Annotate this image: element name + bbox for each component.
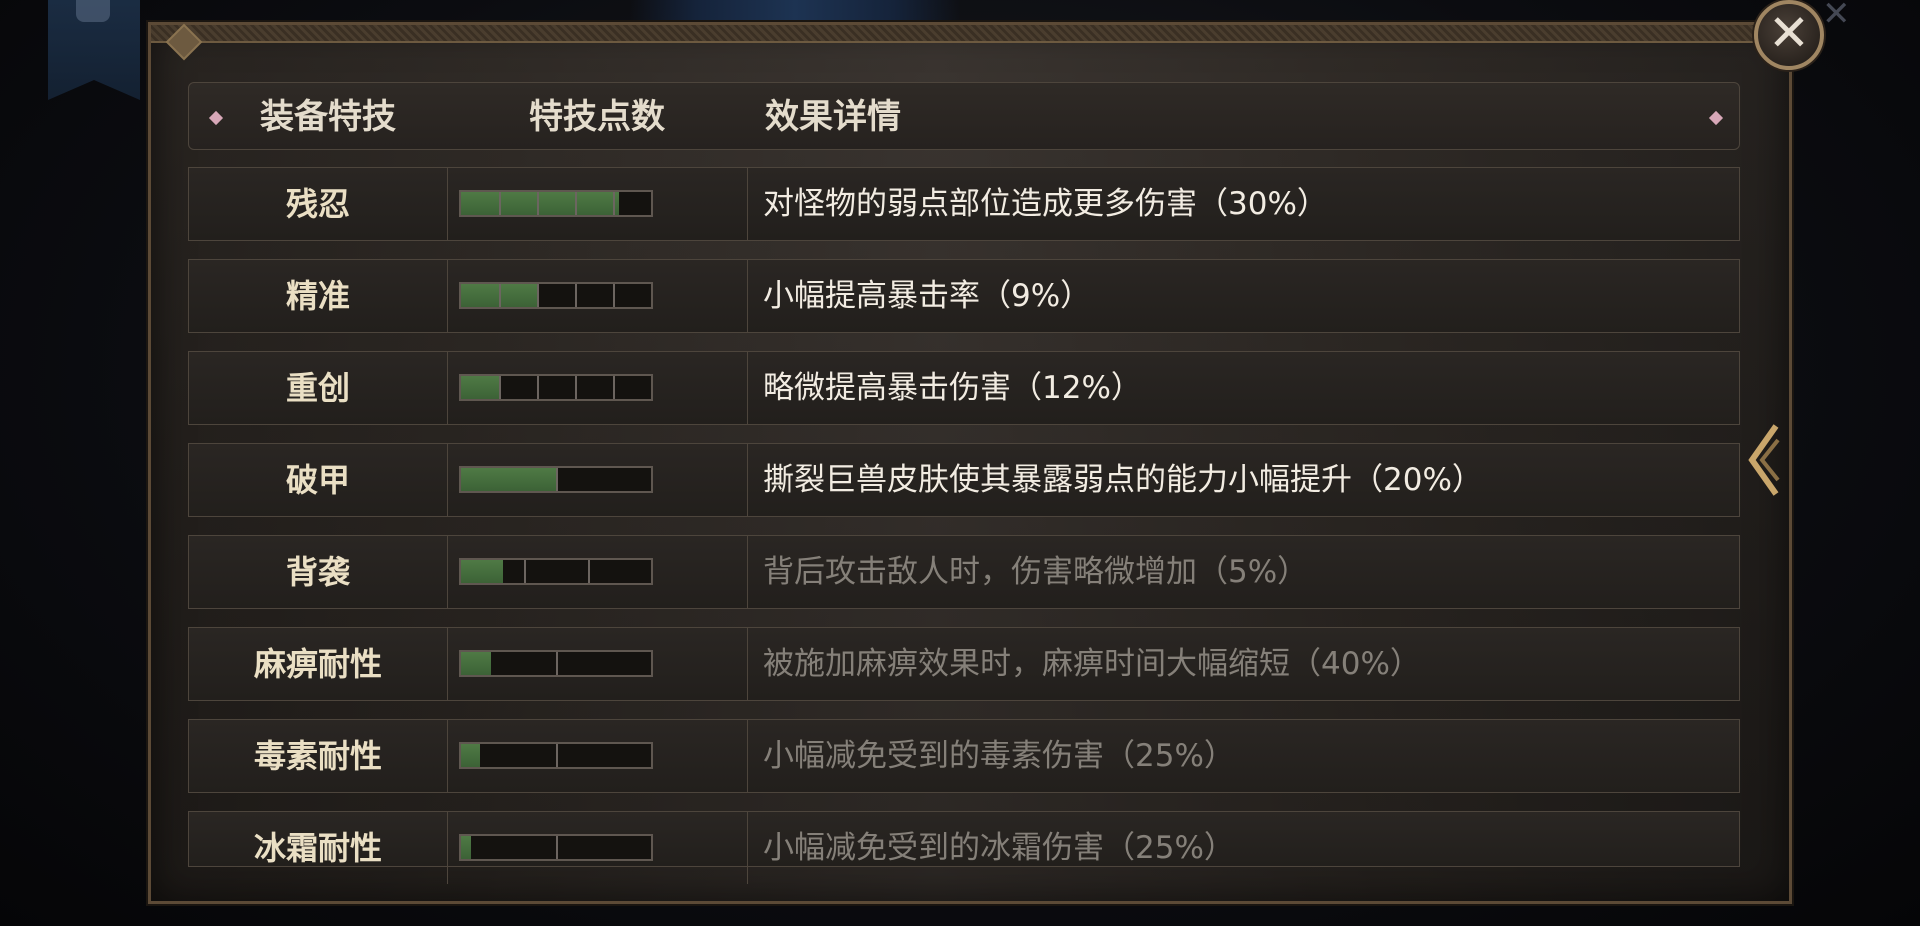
bar-segment-divider <box>575 192 577 215</box>
skill-level-bar <box>459 190 653 217</box>
bar-segment-divider <box>537 192 539 215</box>
skill-row[interactable]: 冰霜耐性1小幅减免受到的冰霜伤害（25%） <box>188 811 1740 884</box>
skill-effect: 对怪物的弱点部位造成更多伤害（30%） <box>763 186 1328 222</box>
side-arrow-icon[interactable] <box>1746 420 1780 500</box>
bar-segment-divider <box>556 468 558 491</box>
skill-level-bar-fill <box>461 560 503 583</box>
bar-segment-divider <box>556 744 558 767</box>
skill-name: 精准 <box>189 260 448 332</box>
skill-name: 破甲 <box>189 444 448 516</box>
skill-name: 背袭 <box>189 536 448 608</box>
skill-level-bar <box>459 466 653 493</box>
skill-level-bar <box>459 374 653 401</box>
skill-name: 冰霜耐性 <box>189 812 448 884</box>
header-points: 特技点数 <box>529 97 665 137</box>
skill-name: 麻痹耐性 <box>189 628 448 700</box>
skill-row[interactable]: 麻痹耐性3被施加麻痹效果时，麻痹时间大幅缩短（40%） <box>188 627 1740 701</box>
skill-row[interactable]: 精准15小幅提高暴击率（9%） <box>188 259 1740 333</box>
skill-effect: 小幅提高暴击率（9%） <box>763 278 1092 314</box>
skill-effect: 小幅减免受到的冰霜伤害（25%） <box>763 830 1235 866</box>
skill-level-bar <box>459 558 653 585</box>
skill-row[interactable]: 破甲10撕裂巨兽皮肤使其暴露弱点的能力小幅提升（20%） <box>188 443 1740 517</box>
skill-row[interactable]: 残忍26对怪物的弱点部位造成更多伤害（30%） <box>188 167 1740 241</box>
skill-effect: 略微提高暴击伤害（12%） <box>763 370 1142 406</box>
bar-segment-divider <box>524 560 527 583</box>
header-right-gem-icon <box>1708 110 1724 126</box>
skill-effect: 背后攻击敌人时，伤害略微增加（5%） <box>763 554 1309 590</box>
bar-segment-divider <box>613 284 615 307</box>
skill-level-bar-fill <box>461 744 480 767</box>
bar-segment-divider <box>613 192 615 215</box>
bar-segment-divider <box>556 836 558 859</box>
skill-name: 毒素耐性 <box>189 720 448 792</box>
header-skill: 装备特技 <box>260 97 396 137</box>
skill-row[interactable]: 背袭6背后攻击敌人时，伤害略微增加（5%） <box>188 535 1740 609</box>
background-close-icon: ✕ <box>1822 0 1851 34</box>
skill-level-bar-fill <box>461 192 619 215</box>
skill-name: 重创 <box>189 352 448 424</box>
skill-level-bar-fill <box>461 468 556 491</box>
header-left-gem-icon <box>208 110 224 126</box>
skill-row[interactable]: 重创10略微提高暴击伤害（12%） <box>188 351 1740 425</box>
skill-level-bar-fill <box>461 376 499 399</box>
bar-segment-divider <box>575 376 577 399</box>
bar-segment-divider <box>587 560 590 583</box>
skill-name: 残忍 <box>189 168 448 240</box>
bar-segment-divider <box>499 376 501 399</box>
close-icon: ✕ <box>1768 4 1810 62</box>
skill-effect: 撕裂巨兽皮肤使其暴露弱点的能力小幅提升（20%） <box>763 462 1483 498</box>
skill-level-bar-fill <box>461 652 492 675</box>
bar-segment-divider <box>613 376 615 399</box>
skill-effect: 被施加麻痹效果时，麻痹时间大幅缩短（40%） <box>763 646 1421 682</box>
bar-segment-divider <box>499 284 501 307</box>
bar-segment-divider <box>537 284 539 307</box>
banner-emblem-icon <box>76 0 110 22</box>
skill-level-bar <box>459 650 653 677</box>
skill-level-bar <box>459 282 653 309</box>
skill-level-bar <box>459 834 653 861</box>
skill-level-bar <box>459 742 653 769</box>
header-effect: 效果详情 <box>765 97 901 137</box>
skill-row[interactable]: 毒素耐性2小幅减免受到的毒素伤害（25%） <box>188 719 1740 793</box>
skill-effect: 小幅减免受到的毒素伤害（25%） <box>763 738 1235 774</box>
bar-segment-divider <box>499 192 501 215</box>
table-header: 装备特技 特技点数 效果详情 <box>188 82 1740 150</box>
bar-segment-divider <box>556 652 558 675</box>
skill-level-bar-fill <box>461 836 471 859</box>
bar-segment-divider <box>575 284 577 307</box>
panel-top-trim <box>151 25 1789 43</box>
bar-segment-divider <box>537 376 539 399</box>
close-button[interactable]: ✕ <box>1754 0 1824 70</box>
background-figure <box>630 0 960 22</box>
